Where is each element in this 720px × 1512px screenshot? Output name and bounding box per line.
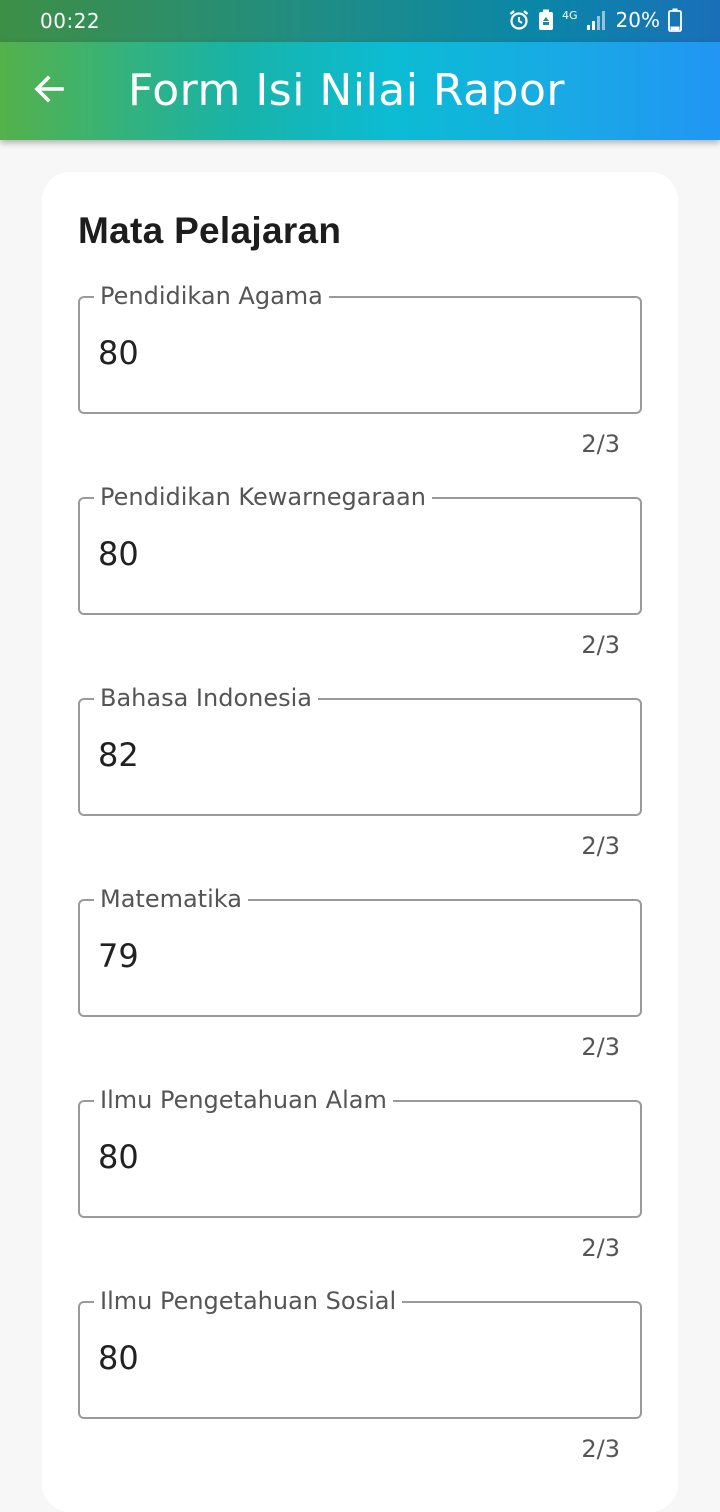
char-counter: 2/3: [581, 430, 620, 458]
grade-field-matematika: Matematika: [78, 884, 642, 1017]
grade-input[interactable]: [98, 931, 598, 981]
grade-field-pendidikan-agama: Pendidikan Agama: [78, 281, 642, 414]
grade-input[interactable]: [98, 730, 598, 780]
grade-field-pendidikan-kewarnegaraan: Pendidikan Kewarnegaraan: [78, 482, 642, 615]
grade-field-ilmu-pengetahuan-sosial: Ilmu Pengetahuan Sosial: [78, 1286, 642, 1419]
battery-saver-icon: [538, 9, 554, 31]
field-label: Pendidikan Agama: [94, 281, 329, 311]
status-icons: 4G 20%: [508, 8, 682, 32]
back-button[interactable]: [22, 64, 76, 118]
page-title: Form Isi Nilai Rapor: [128, 65, 565, 116]
grade-field-bahasa-indonesia: Bahasa Indonesia: [78, 683, 642, 816]
grade-input[interactable]: [98, 328, 598, 378]
battery-percent: 20%: [615, 8, 660, 32]
field-label: Pendidikan Kewarnegaraan: [94, 482, 432, 512]
char-counter: 2/3: [581, 832, 620, 860]
grade-input[interactable]: [98, 529, 598, 579]
char-counter: 2/3: [581, 1234, 620, 1262]
grade-input[interactable]: [98, 1333, 598, 1383]
signal-icon: [586, 10, 608, 30]
char-counter: 2/3: [581, 1033, 620, 1061]
arrow-left-icon: [32, 72, 66, 110]
char-counter: 2/3: [581, 1435, 620, 1463]
field-label: Matematika: [94, 884, 248, 914]
battery-icon: [668, 8, 682, 32]
grade-field-ilmu-pengetahuan-alam: Ilmu Pengetahuan Alam: [78, 1085, 642, 1218]
app-bar: Form Isi Nilai Rapor: [0, 42, 720, 140]
status-bar: 00:22 4G 20%: [0, 0, 720, 42]
field-label: Ilmu Pengetahuan Alam: [94, 1085, 393, 1115]
field-label: Bahasa Indonesia: [94, 683, 318, 713]
field-label: Ilmu Pengetahuan Sosial: [94, 1286, 403, 1316]
network-type-label: 4G: [562, 8, 578, 22]
char-counter: 2/3: [581, 631, 620, 659]
status-time: 00:22: [40, 9, 101, 33]
alarm-icon: [508, 9, 530, 31]
form-card: Mata Pelajaran Pendidikan Agama 2/3 Pend…: [42, 172, 678, 1512]
section-title: Mata Pelajaran: [78, 210, 342, 251]
grade-input[interactable]: [98, 1132, 598, 1182]
